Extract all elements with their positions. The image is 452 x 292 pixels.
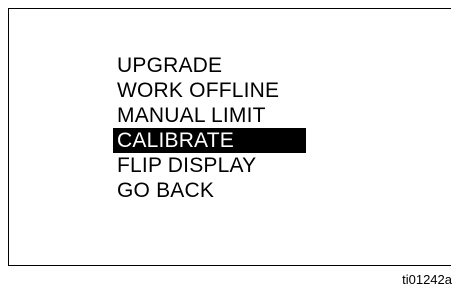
menu-item-calibrate[interactable]: CALIBRATE	[113, 128, 306, 153]
figure-id-label: ti01242a	[402, 272, 452, 287]
menu-item-upgrade[interactable]: UPGRADE	[113, 53, 306, 78]
menu-item-work-offline[interactable]: WORK OFFLINE	[113, 78, 306, 103]
menu-list: UPGRADE WORK OFFLINE MANUAL LIMIT CALIBR…	[113, 53, 306, 203]
menu-item-manual-limit[interactable]: MANUAL LIMIT	[113, 103, 306, 128]
menu-item-go-back[interactable]: GO BACK	[113, 178, 306, 203]
menu-item-flip-display[interactable]: FLIP DISPLAY	[113, 153, 306, 178]
display-screen: UPGRADE WORK OFFLINE MANUAL LIMIT CALIBR…	[8, 8, 451, 266]
